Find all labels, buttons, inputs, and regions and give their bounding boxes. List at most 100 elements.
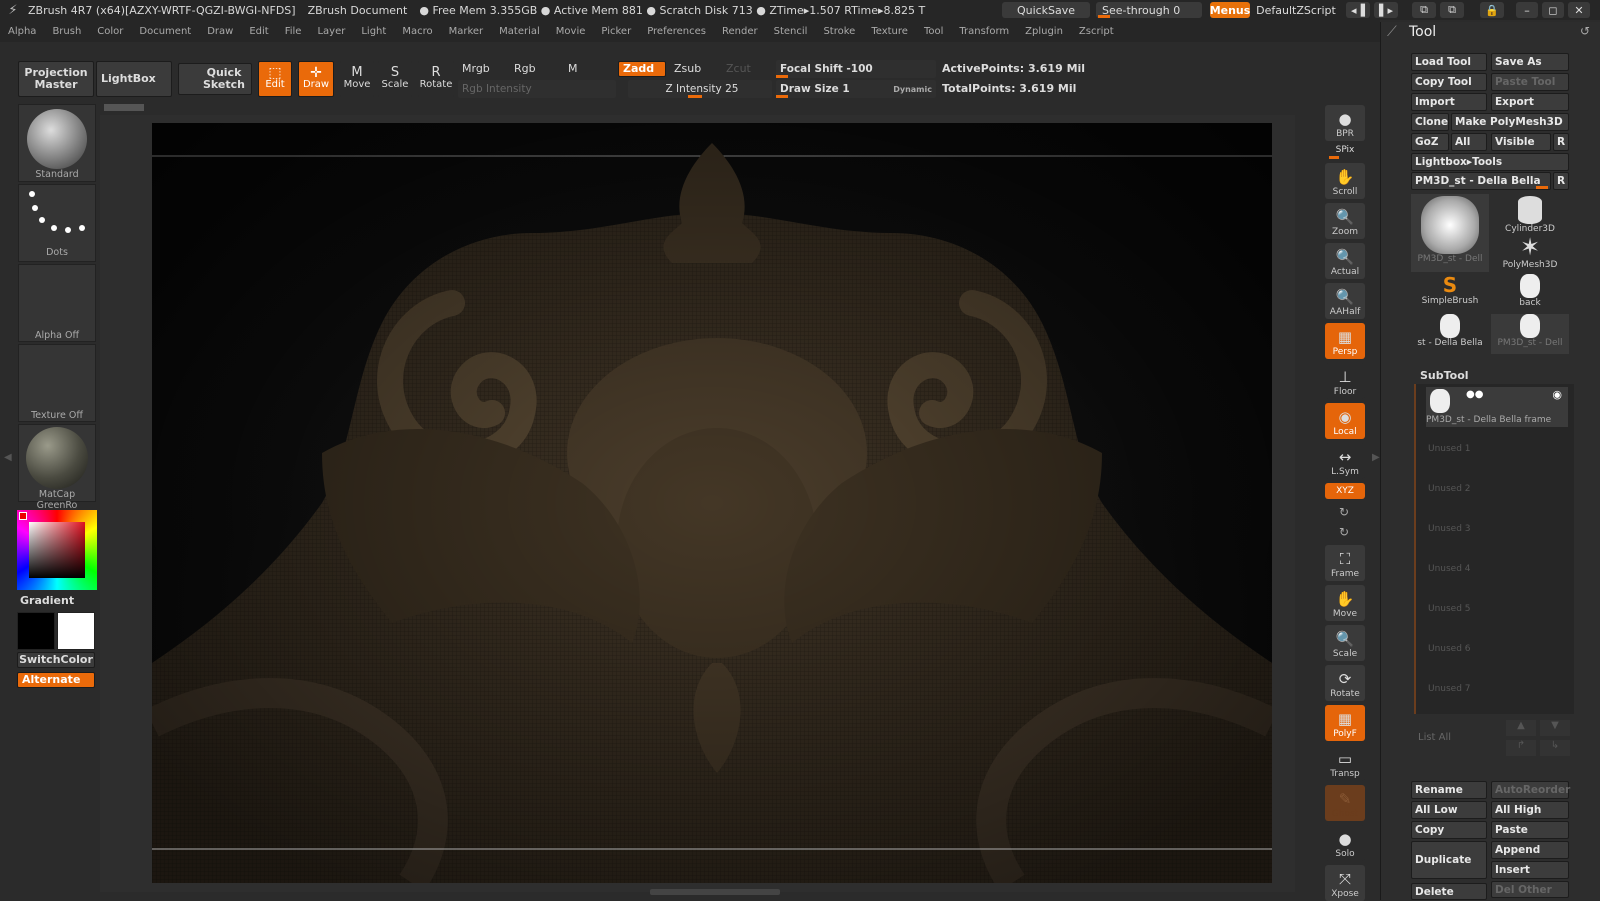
menu-brush[interactable]: Brush bbox=[52, 26, 81, 37]
left-collapse-arrow-icon[interactable]: ◀ bbox=[4, 452, 12, 463]
aahalf-button[interactable]: 🔍 AAHalf bbox=[1325, 283, 1365, 319]
subtool-unused-6[interactable]: Unused 6 bbox=[1418, 632, 1568, 670]
tool-thumb-pm3d-2[interactable]: PM3D_st - Dell bbox=[1491, 314, 1569, 354]
zadd-button[interactable]: Zadd bbox=[618, 61, 666, 77]
subtool-visibility-eye-icon[interactable]: ◉ bbox=[1552, 388, 1562, 401]
rename-button[interactable]: Rename bbox=[1411, 781, 1487, 799]
subtool-header[interactable]: SubTool bbox=[1420, 369, 1469, 382]
draw-size-slider[interactable]: Draw Size 1 Dynamic bbox=[776, 80, 936, 98]
tool-thumb-pm3d[interactable]: PM3D_st - Dell bbox=[1411, 194, 1489, 272]
rotate-view-button[interactable]: ⟳ Rotate bbox=[1325, 665, 1365, 701]
frame-button[interactable]: ⛶ Frame bbox=[1325, 545, 1365, 581]
spix-slider[interactable]: SPix bbox=[1325, 145, 1365, 159]
autoreorder-button[interactable]: AutoReorder bbox=[1491, 781, 1570, 799]
move-view-button[interactable]: ✋ Move bbox=[1325, 585, 1365, 621]
menu-transform[interactable]: Transform bbox=[959, 26, 1009, 37]
rgb-intensity-slider[interactable]: Rgb Intensity bbox=[458, 80, 616, 98]
persp-button[interactable]: ▦ Persp bbox=[1325, 323, 1365, 359]
goz-all-button[interactable]: All bbox=[1451, 133, 1487, 151]
lightbox-button[interactable]: LightBox bbox=[96, 61, 172, 97]
tool-palette-title[interactable]: Tool bbox=[1409, 24, 1436, 40]
switchcolor-button[interactable]: SwitchColor bbox=[17, 652, 95, 668]
transp-button[interactable]: ▭ Transp bbox=[1325, 745, 1365, 781]
save-as-button[interactable]: Save As bbox=[1491, 53, 1569, 71]
menu-picker[interactable]: Picker bbox=[601, 26, 631, 37]
load-tool-button[interactable]: Load Tool bbox=[1411, 53, 1487, 71]
move-up-arrow-icon[interactable]: ▲ bbox=[1506, 720, 1536, 736]
menu-document[interactable]: Document bbox=[139, 26, 191, 37]
menus-toggle-button[interactable]: Menus bbox=[1210, 2, 1250, 18]
export-button[interactable]: Export bbox=[1491, 93, 1569, 111]
alpha-button[interactable]: Alpha Off bbox=[18, 264, 96, 342]
projection-master-button[interactable]: Projection Master bbox=[18, 61, 94, 97]
subtool-item-selected[interactable]: ◉ ●● PM3D_st - Della Bella frame bbox=[1426, 387, 1568, 427]
scroll-button[interactable]: ✋ Scroll bbox=[1325, 163, 1365, 199]
rotate-y-icon[interactable]: ↻ bbox=[1339, 505, 1349, 519]
lightbox-tools-button[interactable]: Lightbox▸Tools bbox=[1411, 153, 1569, 171]
m-button[interactable]: M bbox=[568, 62, 578, 75]
color-picker[interactable] bbox=[17, 510, 97, 590]
sculpt-model[interactable] bbox=[152, 123, 1272, 883]
scrollbar-handle[interactable] bbox=[104, 104, 144, 111]
subtool-unused-4[interactable]: Unused 4 bbox=[1418, 552, 1568, 590]
alternate-button[interactable]: Alternate bbox=[17, 672, 95, 688]
insert-button[interactable]: Insert bbox=[1491, 861, 1569, 879]
subtool-polypaint-toggle-icon[interactable]: ●● bbox=[1466, 389, 1483, 400]
menu-marker[interactable]: Marker bbox=[449, 26, 484, 37]
menu-layer[interactable]: Layer bbox=[317, 26, 345, 37]
see-through-slider[interactable]: See-through 0 bbox=[1096, 2, 1202, 18]
rotate-mode-button[interactable]: R Rotate bbox=[418, 61, 454, 97]
reset-palette-icon[interactable]: ↺ bbox=[1580, 24, 1590, 38]
menu-zplugin[interactable]: Zplugin bbox=[1025, 26, 1063, 37]
current-tool-slider[interactable]: PM3D_st - Della Bella bbox=[1411, 172, 1551, 190]
paste-subtool-button[interactable]: Paste bbox=[1491, 821, 1569, 839]
del-other-button[interactable]: Del Other bbox=[1491, 881, 1569, 898]
menu-edit[interactable]: Edit bbox=[249, 26, 268, 37]
list-all-button[interactable]: List All bbox=[1418, 732, 1451, 743]
focal-shift-slider[interactable]: Focal Shift -100 bbox=[776, 60, 936, 78]
rotate-z-icon[interactable]: ↻ bbox=[1339, 525, 1349, 539]
duplicate-button[interactable]: Duplicate bbox=[1411, 841, 1487, 879]
goz-button[interactable]: GoZ bbox=[1411, 133, 1449, 151]
ghost-button[interactable]: ✎ Ghost bbox=[1325, 785, 1365, 821]
solo-button[interactable]: ● Solo bbox=[1325, 825, 1365, 861]
delete-button[interactable]: Delete bbox=[1411, 883, 1487, 900]
subtool-unused-5[interactable]: Unused 5 bbox=[1418, 592, 1568, 630]
menu-file[interactable]: File bbox=[285, 26, 302, 37]
menu-stencil[interactable]: Stencil bbox=[774, 26, 808, 37]
minimize-icon[interactable]: – bbox=[1516, 2, 1538, 18]
tool-thumb-back[interactable]: back bbox=[1491, 274, 1569, 312]
tool-thumb-simplebrush[interactable]: S SimpleBrush bbox=[1411, 274, 1489, 312]
menu-color[interactable]: Color bbox=[97, 26, 123, 37]
quicksave-button[interactable]: QuickSave bbox=[1002, 2, 1090, 18]
default-zscript-button[interactable]: DefaultZScript bbox=[1254, 2, 1338, 18]
copy-tool-button[interactable]: Copy Tool bbox=[1411, 73, 1487, 91]
polyf-button[interactable]: ▦ PolyF bbox=[1325, 705, 1365, 741]
dynamic-toggle[interactable]: Dynamic bbox=[893, 85, 932, 94]
mrgb-button[interactable]: Mrgb bbox=[462, 62, 490, 75]
primary-color-swatch[interactable] bbox=[17, 612, 55, 650]
local-button[interactable]: ◉ Local bbox=[1325, 403, 1365, 439]
menu-zscript[interactable]: Zscript bbox=[1079, 26, 1114, 37]
scale-mode-button[interactable]: S Scale bbox=[378, 61, 412, 97]
goz-visible-button[interactable]: Visible bbox=[1491, 133, 1551, 151]
viewport-bottom-handle[interactable] bbox=[650, 889, 780, 895]
move-down-arrow-icon[interactable]: ▼ bbox=[1540, 720, 1570, 736]
copy-subtool-button[interactable]: Copy bbox=[1411, 821, 1487, 839]
zcut-button[interactable]: Zcut bbox=[726, 62, 751, 75]
zoom-button[interactable]: 🔍 Zoom bbox=[1325, 203, 1365, 239]
lsym-button[interactable]: ↔ L.Sym bbox=[1325, 443, 1365, 479]
actual-button[interactable]: 🔍 Actual bbox=[1325, 243, 1365, 279]
secondary-color-swatch[interactable] bbox=[57, 612, 95, 650]
menu-preferences[interactable]: Preferences bbox=[647, 26, 706, 37]
layout-icon[interactable]: ⧉ bbox=[1412, 2, 1436, 18]
paste-tool-button[interactable]: Paste Tool bbox=[1491, 73, 1569, 91]
menu-macro[interactable]: Macro bbox=[402, 26, 432, 37]
subtool-unused-3[interactable]: Unused 3 bbox=[1418, 512, 1568, 550]
edit-mode-button[interactable]: ⬚ Edit bbox=[258, 61, 292, 97]
floor-button[interactable]: ⊥ Floor bbox=[1325, 363, 1365, 399]
append-button[interactable]: Append bbox=[1491, 841, 1569, 859]
maximize-icon[interactable]: ◻ bbox=[1542, 2, 1564, 18]
subtool-unused-1[interactable]: Unused 1 bbox=[1418, 432, 1568, 470]
collapse-left-icon[interactable]: ◂▐ bbox=[1346, 2, 1370, 18]
